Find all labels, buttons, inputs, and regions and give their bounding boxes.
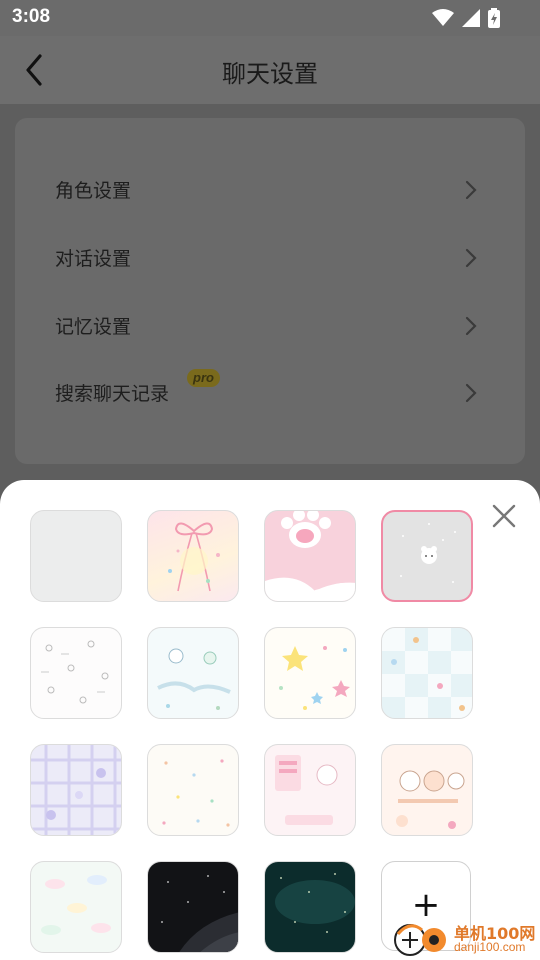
battery-icon <box>488 8 500 28</box>
settings-item-memory[interactable]: 记忆设置 <box>15 296 525 356</box>
wifi-icon <box>432 9 454 26</box>
settings-item-dialogue[interactable]: 对话设置 <box>15 228 525 288</box>
page-title: 聊天设置 <box>222 60 318 88</box>
signal-icon <box>462 9 480 27</box>
background-tile-teal-galaxy[interactable] <box>264 861 356 953</box>
chevron-right-icon <box>465 248 477 268</box>
background-picker-sheet: + <box>0 480 540 960</box>
background-tile-pink-sticker[interactable] <box>264 744 356 836</box>
chevron-right-icon <box>465 383 477 403</box>
close-icon[interactable] <box>490 502 518 530</box>
background-tile-gray-bear[interactable] <box>381 510 473 602</box>
background-tile-plain-gray[interactable] <box>30 510 122 602</box>
background-tile-peach-faces[interactable] <box>381 744 473 836</box>
pro-badge: pro <box>187 369 220 387</box>
chevron-right-icon <box>465 180 477 200</box>
background-tile-blue-check[interactable] <box>381 627 473 719</box>
background-tile-purple-plaid[interactable] <box>30 744 122 836</box>
header: 聊天设置 <box>0 36 540 104</box>
watermark-logo <box>394 924 446 956</box>
background-tile-cream-dots[interactable] <box>147 744 239 836</box>
background-tile-pastel-clouds[interactable] <box>30 861 122 953</box>
status-icons <box>432 8 500 28</box>
watermark-url: danji100.com <box>454 940 526 954</box>
background-tile-white-doodle[interactable] <box>30 627 122 719</box>
watermark: 单机100网 danji100.com <box>392 916 540 960</box>
status-bar: 3:08 <box>0 0 540 36</box>
chevron-right-icon <box>465 316 477 336</box>
background-tile-cat-paw-pink[interactable] <box>264 510 356 602</box>
background-tile-night-sky[interactable] <box>147 861 239 953</box>
status-time: 3:08 <box>12 6 51 27</box>
settings-item-label: 对话设置 <box>55 248 132 270</box>
background-tile-pink-bow[interactable] <box>147 510 239 602</box>
background-tile-mint-cat[interactable] <box>147 627 239 719</box>
settings-item-search-history[interactable]: 搜索聊天记录 pro <box>15 363 525 423</box>
background-tile-stars[interactable] <box>264 627 356 719</box>
settings-item-label: 记忆设置 <box>55 316 132 338</box>
settings-item-role[interactable]: 角色设置 <box>15 160 525 220</box>
settings-item-label: 角色设置 <box>55 180 132 202</box>
settings-card: 角色设置 对话设置 记忆设置 搜索聊天记录 pro <box>15 118 525 464</box>
settings-item-label: 搜索聊天记录 <box>55 383 170 405</box>
